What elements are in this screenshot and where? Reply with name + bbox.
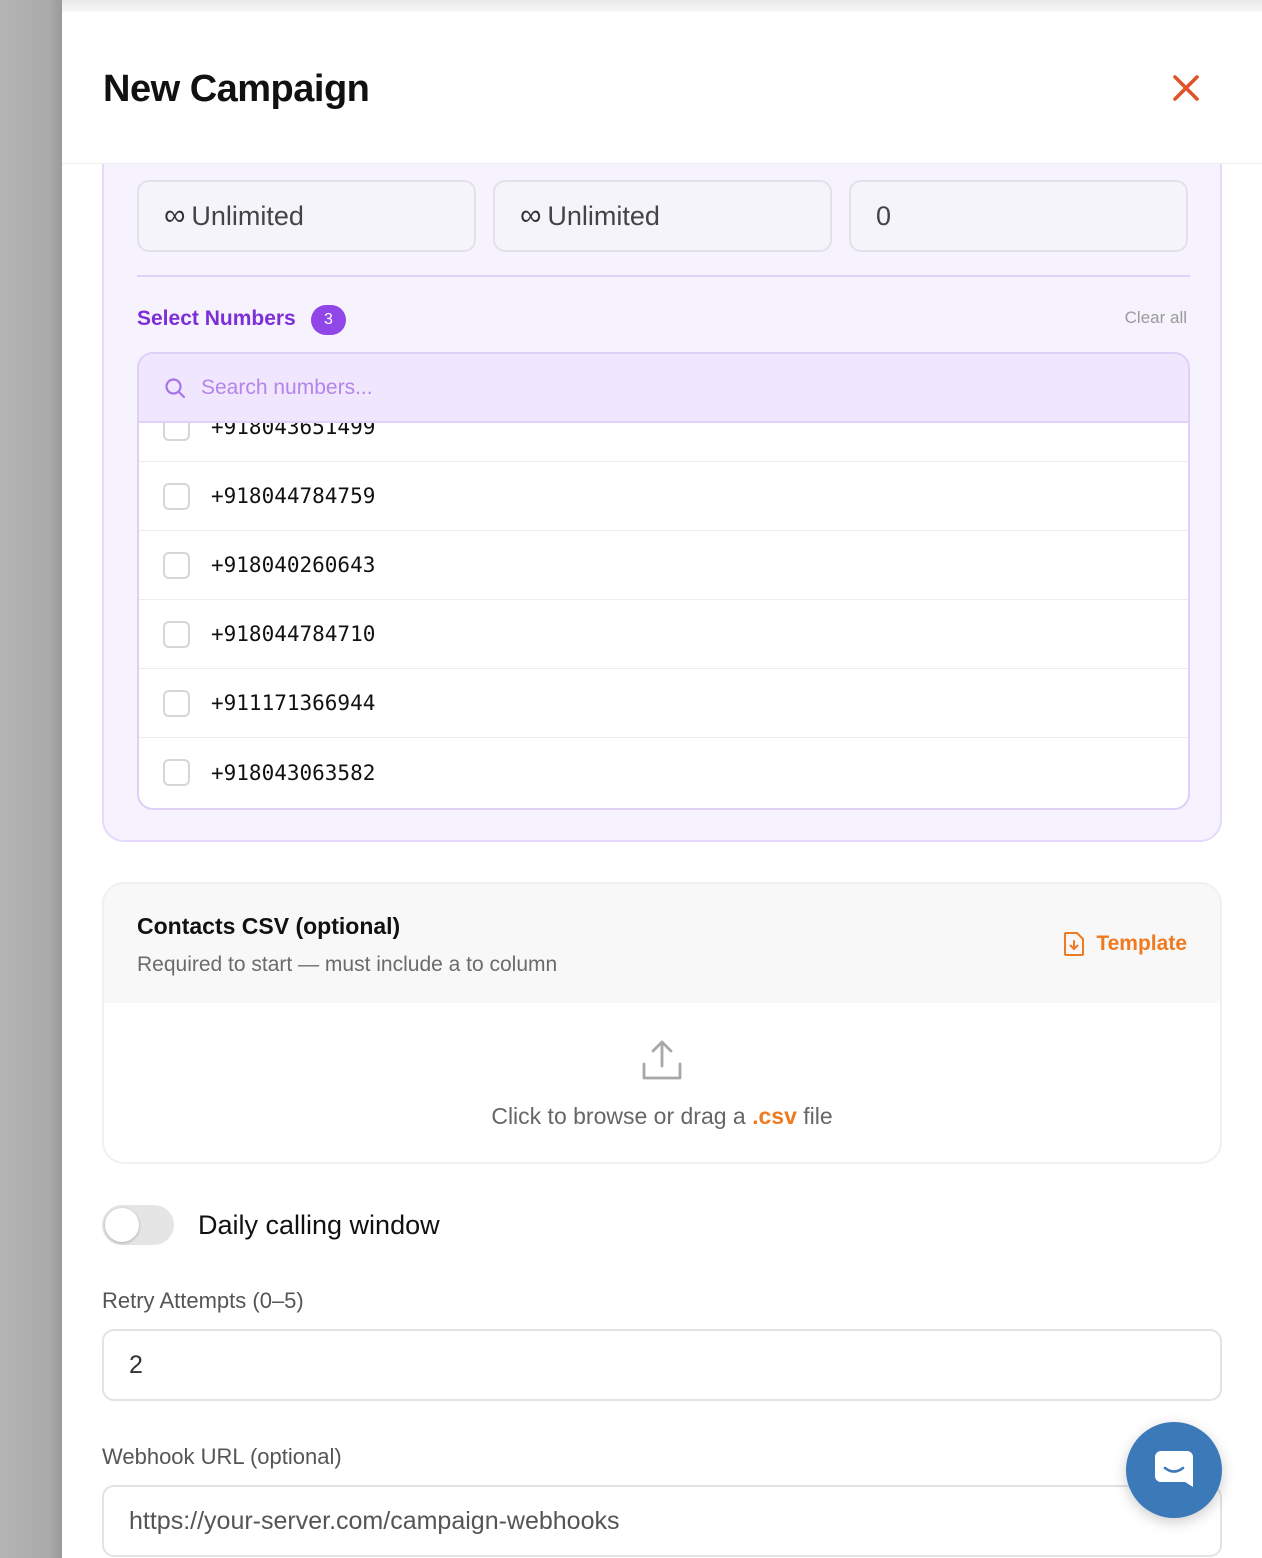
csv-title: Contacts CSV (optional) <box>137 913 401 939</box>
retry-attempts-field <box>102 1329 1222 1401</box>
checkbox[interactable] <box>163 482 190 510</box>
phone-number: +918044784710 <box>211 622 376 646</box>
retry-attempts-label: Retry Attempts (0–5) <box>102 1288 304 1313</box>
page-title: New Campaign <box>103 68 370 110</box>
close-button[interactable] <box>1166 68 1206 108</box>
list-item[interactable]: +918043063582 <box>139 738 1188 807</box>
daily-calling-window-label: Daily calling window <box>198 1210 440 1240</box>
number-rows: +918043651499 +918044784759 +91804026064… <box>139 393 1188 807</box>
chat-launcher-button[interactable] <box>1126 1422 1222 1518</box>
limit-value: 0 <box>876 200 892 231</box>
limit-value: Unlimited <box>547 200 660 231</box>
template-label: Template <box>1096 932 1187 955</box>
top-edge <box>0 0 1262 12</box>
close-icon <box>1173 75 1199 101</box>
webhook-url-input[interactable] <box>129 1506 1179 1536</box>
drop-text-start: Click to browse or drag a <box>491 1103 753 1129</box>
checkbox[interactable] <box>163 689 190 717</box>
phone-number: +918043063582 <box>211 760 376 785</box>
infinity-icon: ∞ <box>520 199 542 232</box>
csv-subtitle: Required to start — must include a to co… <box>137 953 558 976</box>
daily-limit-field[interactable]: ∞ Unlimited <box>137 180 476 252</box>
concurrency-limit-field[interactable]: ∞ Unlimited <box>493 180 832 252</box>
list-item[interactable]: +918040260643 <box>139 531 1188 600</box>
number-list: +918043651499 +918044784759 +91804026064… <box>137 352 1190 810</box>
retry-attempts-input[interactable] <box>129 1350 1179 1380</box>
upload-icon <box>642 1040 682 1080</box>
csv-extension: .csv <box>752 1103 797 1129</box>
phone-number: +918040260643 <box>211 553 376 577</box>
webhook-url-field <box>102 1485 1222 1557</box>
number-search <box>139 354 1188 423</box>
modal-backdrop[interactable] <box>0 0 62 1558</box>
search-icon <box>165 377 186 398</box>
new-campaign-drawer: New Campaign ∞ Unlimited ∞ Unlimited 0 S… <box>62 12 1262 1558</box>
contacts-csv-section: Contacts CSV (optional) Required to star… <box>102 882 1222 1164</box>
checkbox[interactable] <box>163 551 190 579</box>
list-item[interactable]: +918044784759 <box>139 462 1188 531</box>
daily-calling-window-toggle[interactable] <box>102 1205 174 1245</box>
checkbox[interactable] <box>163 759 190 786</box>
drop-text-end: file <box>796 1103 833 1129</box>
csv-header: Contacts CSV (optional) Required to star… <box>104 884 1220 1003</box>
drop-instructions: Click to browse or drag a .csv file <box>104 1103 1220 1130</box>
list-item[interactable]: +918044784710 <box>139 600 1188 669</box>
file-download-icon <box>1064 932 1085 956</box>
list-item[interactable]: +911171366944 <box>139 669 1188 738</box>
toggle-knob <box>105 1208 139 1242</box>
numbers-section: ∞ Unlimited ∞ Unlimited 0 Select Numbers… <box>102 112 1222 842</box>
clear-all-link[interactable]: Clear all <box>1125 308 1187 328</box>
limit-count-field[interactable]: 0 <box>849 180 1188 252</box>
chat-icon <box>1155 1451 1193 1487</box>
select-numbers-label: Select Numbers <box>137 307 296 330</box>
search-input[interactable] <box>201 375 1101 400</box>
infinity-icon: ∞ <box>164 199 186 232</box>
checkbox[interactable] <box>163 620 190 648</box>
drawer-header: New Campaign <box>62 12 1262 164</box>
selected-count-badge: 3 <box>311 305 346 335</box>
webhook-url-label: Webhook URL (optional) <box>102 1444 342 1469</box>
phone-number: +911171366944 <box>211 691 376 715</box>
csv-drop-zone[interactable]: Click to browse or drag a .csv file <box>104 1003 1220 1162</box>
limit-value: Unlimited <box>191 200 304 231</box>
download-template-button[interactable]: Template <box>1062 931 1187 957</box>
phone-number: +918044784759 <box>211 484 376 508</box>
section-divider <box>137 275 1190 277</box>
